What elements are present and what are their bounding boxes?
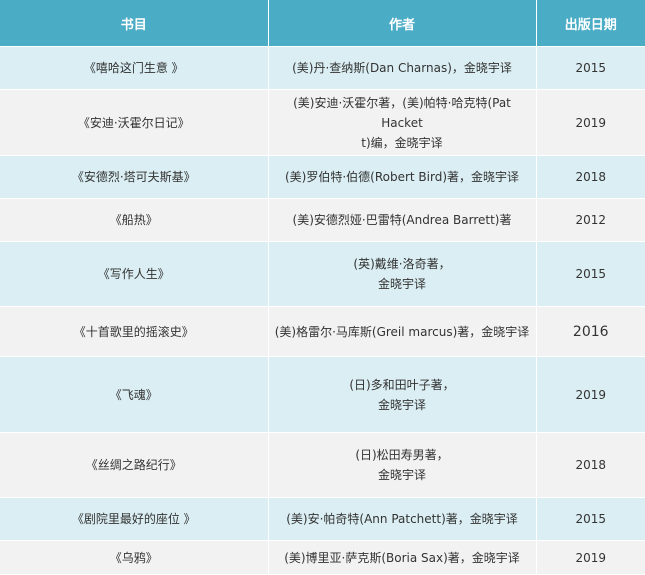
author-line: (日)多和田叶子著， <box>349 377 455 392</box>
table-row: 《嘻哈这门生意 》 (美)丹·查纳斯(Dan Charnas)，金晓宇译 2015 <box>0 46 645 90</box>
table-row: 《丝绸之路纪行》 (日)松田寿男著， 金晓宇译 2018 <box>0 432 645 498</box>
author-cell: (英)戴维·洛奇著， 金晓宇译 <box>268 241 537 307</box>
publish-date-cell: 2018 <box>536 432 645 498</box>
header-title: 书目 <box>0 0 269 47</box>
table-row: 《剧院里最好的座位 》 (美)安·帕奇特(Ann Patchett)著，金晓宇译 2… <box>0 497 645 541</box>
author-cell: (美)丹·查纳斯(Dan Charnas)，金晓宇译 <box>268 46 537 90</box>
publish-date-cell: 2019 <box>536 540 645 575</box>
author-line: (美)格雷尔·马库斯(Greil marcus)著，金晓宇译 <box>274 324 530 339</box>
author-line: 金晓宇译 <box>377 468 426 482</box>
author-line: (美)丹·查纳斯(Dan Charnas)，金晓宇译 <box>292 61 512 75</box>
table-row: 《十首歌里的摇滚史》 (美)格雷尔·马库斯(Greil marcus)著，金晓宇译… <box>0 306 645 357</box>
author-cell: (美)安德烈娅·巴雷特(Andrea Barrett)著 <box>268 198 537 242</box>
header-author: 作者 <box>268 0 537 47</box>
author-line: (英)戴维·洛奇著， <box>353 257 451 271</box>
book-title-cell: 《写作人生》 <box>0 241 269 307</box>
author-cell: (美)博里亚·萨克斯(Boria Sax)著，金晓宇译 <box>268 540 537 575</box>
author-cell: (美)罗伯特·伯德(Robert Bird)著，金晓宇译 <box>268 155 537 199</box>
book-title-cell: 《安迪·沃霍尔日记》 <box>0 89 269 156</box>
publish-date-cell: 2012 <box>536 198 645 242</box>
author-line: 金晓宇译 <box>377 277 426 291</box>
publish-date-cell: 2018 <box>536 155 645 199</box>
author-cell: (日)多和田叶子著， 金晓宇译 <box>268 356 537 433</box>
table-row: 《写作人生》 (英)戴维·洛奇著， 金晓宇译 2015 <box>0 241 645 307</box>
publish-date-cell: 2015 <box>536 497 645 541</box>
publish-date-cell: 2015 <box>536 241 645 307</box>
header-row: 书目 作者 出版日期 <box>0 0 645 47</box>
table-row: 《飞魂》 (日)多和田叶子著， 金晓宇译 2019 <box>0 356 645 433</box>
publish-date-cell: 2019 <box>536 89 645 156</box>
author-line: (美)罗伯特·伯德(Robert Bird)著，金晓宇译 <box>284 170 520 184</box>
table-row: 《安迪·沃霍尔日记》 (美)安迪·沃霍尔著，(美)帕特·哈克特(Pat Hacke… <box>0 89 645 156</box>
author-cell: (美)安·帕奇特(Ann Patchett)著，金晓宇译 <box>268 497 537 541</box>
table-row: 《安德烈·塔可夫斯基》 (美)罗伯特·伯德(Robert Bird)著，金晓宇译 2… <box>0 155 645 199</box>
author-line: (美)安迪·沃霍尔著，(美)帕特·哈克特(Pat Hacket <box>293 95 511 130</box>
author-cell: (美)安迪·沃霍尔著，(美)帕特·哈克特(Pat Hacket t)编，金晓宇译 <box>268 89 537 156</box>
author-line: 金晓宇译 <box>377 397 426 412</box>
book-title-cell: 《船热》 <box>0 198 269 242</box>
author-line: (美)博里亚·萨克斯(Boria Sax)著，金晓宇译 <box>284 550 520 565</box>
book-title-cell: 《乌鸦》 <box>0 540 269 575</box>
author-line: t)编，金晓宇译 <box>361 135 443 150</box>
book-title-cell: 《剧院里最好的座位 》 <box>0 497 269 541</box>
author-cell: (美)格雷尔·马库斯(Greil marcus)著，金晓宇译 <box>268 306 537 357</box>
author-line: (美)安德烈娅·巴雷特(Andrea Barrett)著 <box>292 213 512 227</box>
publish-date-cell: 2019 <box>536 356 645 433</box>
author-line: (日)松田寿男著， <box>355 448 449 462</box>
book-title-cell: 《安德烈·塔可夫斯基》 <box>0 155 269 199</box>
book-title-cell: 《丝绸之路纪行》 <box>0 432 269 498</box>
book-title-cell: 《嘻哈这门生意 》 <box>0 46 269 90</box>
author-line: (美)安·帕奇特(Ann Patchett)著，金晓宇译 <box>286 512 518 526</box>
publish-date-cell: 2015 <box>536 46 645 90</box>
table-row: 《乌鸦》 (美)博里亚·萨克斯(Boria Sax)著，金晓宇译 2019 <box>0 540 645 575</box>
book-title-cell: 《十首歌里的摇滚史》 <box>0 306 269 357</box>
book-title-cell: 《飞魂》 <box>0 356 269 433</box>
publish-date-cell: 2016 <box>536 306 645 357</box>
author-cell: (日)松田寿男著， 金晓宇译 <box>268 432 537 498</box>
book-table: 书目 作者 出版日期 《嘻哈这门生意 》 (美)丹·查纳斯(Dan Charnas… <box>0 0 645 575</box>
header-date: 出版日期 <box>536 0 645 47</box>
table-row: 《船热》 (美)安德烈娅·巴雷特(Andrea Barrett)著 2012 <box>0 198 645 242</box>
